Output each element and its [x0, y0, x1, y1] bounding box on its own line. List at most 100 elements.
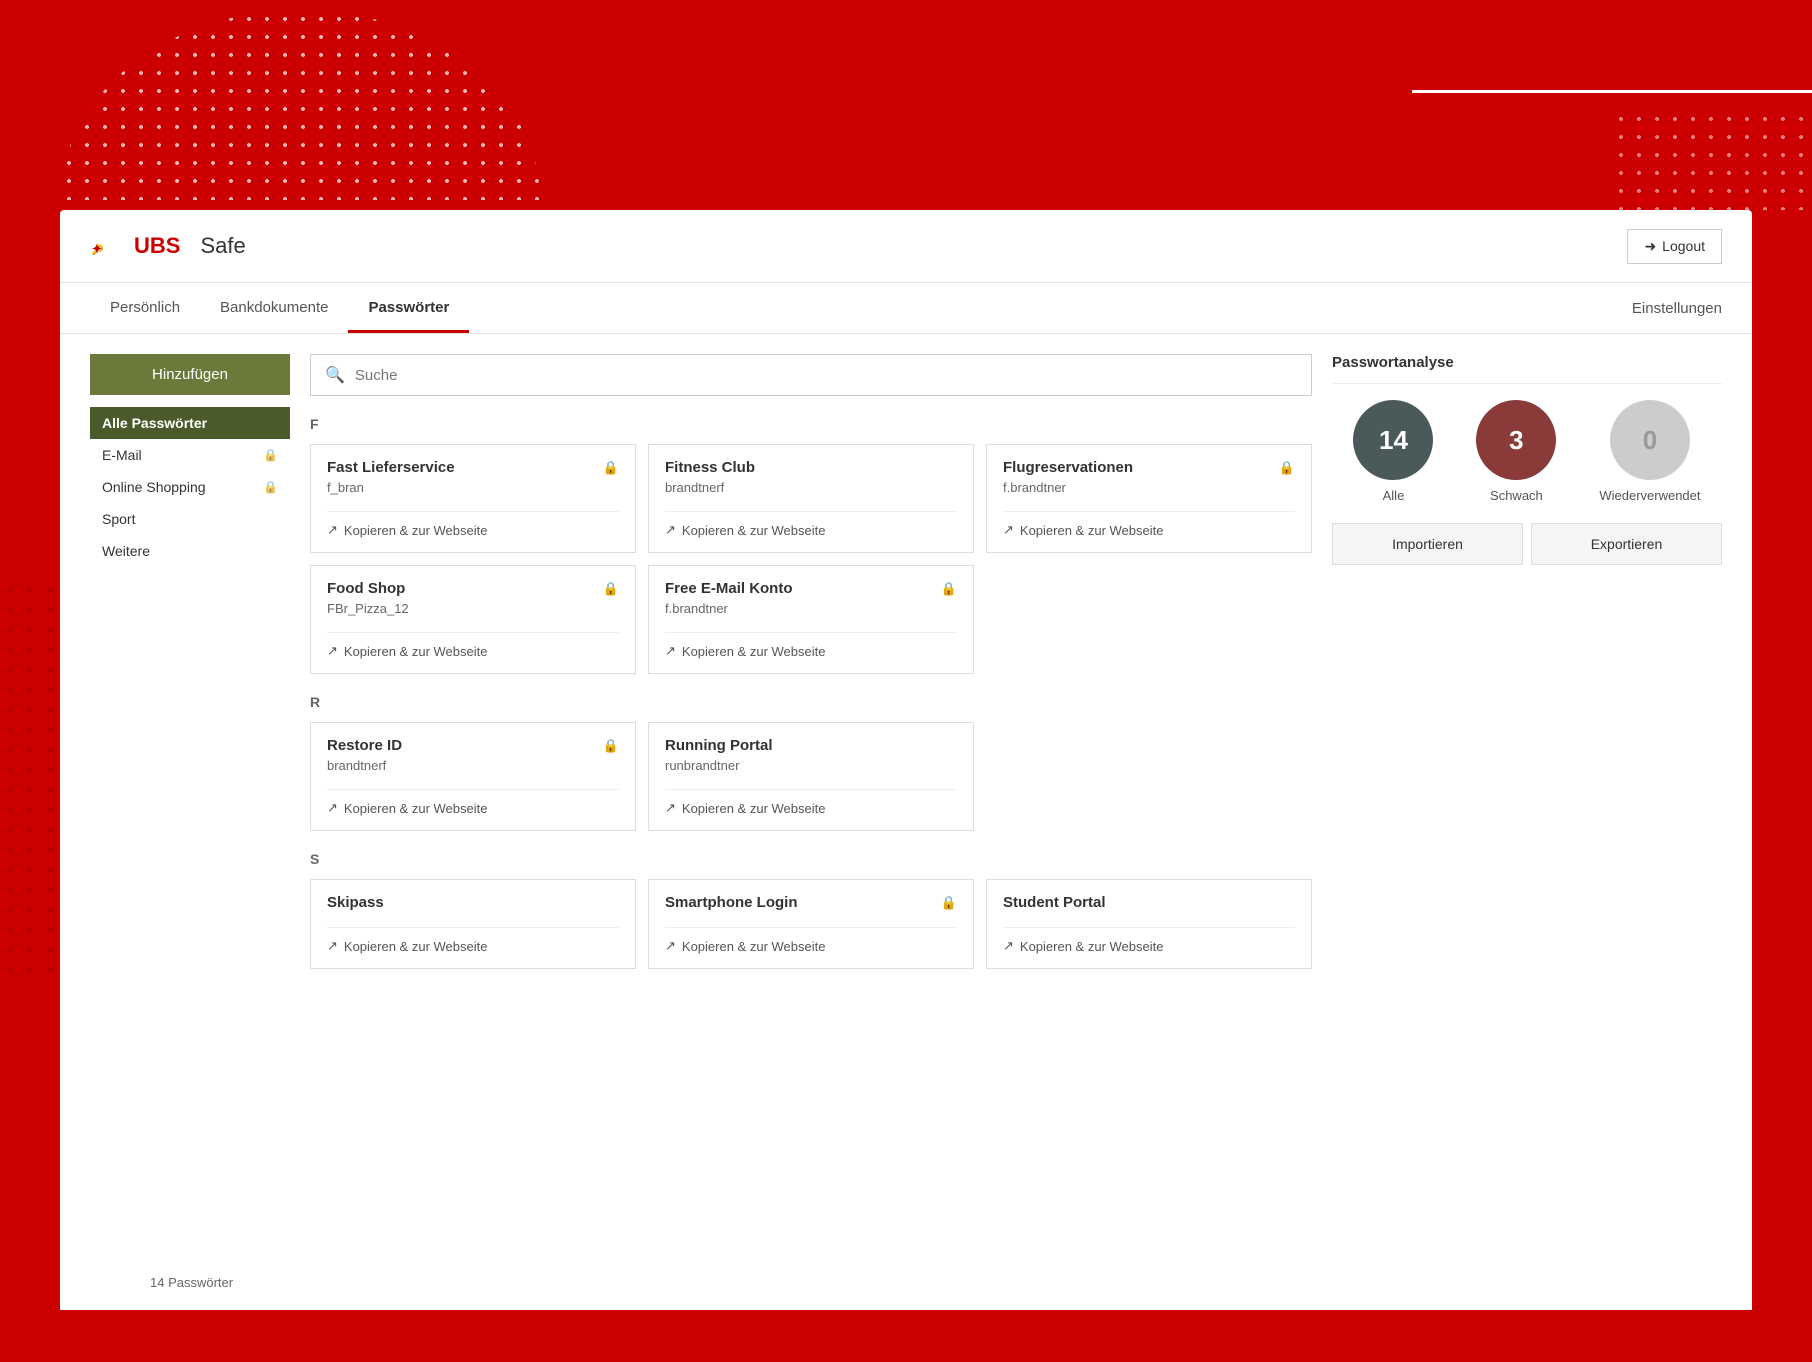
card-fast-lieferservice-action[interactable]: ↗ Kopieren & zur Webseite: [327, 511, 619, 538]
card-free-email-header: Free E-Mail Konto 🔒: [665, 580, 957, 597]
tab-bankdokumente[interactable]: Bankdokumente: [200, 283, 348, 333]
circle-all-count: 14: [1379, 425, 1408, 456]
card-restore-id[interactable]: Restore ID 🔒 brandtnerf ↗ Kopieren & zur…: [310, 722, 636, 831]
section-r-letter: R: [310, 694, 1312, 710]
main-content: 🔍 F Fast Lieferservice 🔒 f_bran ↗ Kopier…: [310, 354, 1312, 989]
card-flugreservationen-username: f.brandtner: [1003, 480, 1295, 495]
card-fast-lieferservice-username: f_bran: [327, 480, 619, 495]
card-restore-id-header: Restore ID 🔒: [327, 737, 619, 754]
copy-icon-1: ↗: [327, 522, 338, 538]
copy-icon-10: ↗: [1003, 938, 1014, 954]
copy-icon-6: ↗: [327, 800, 338, 816]
circle-all-item: 14 Alle: [1353, 400, 1433, 503]
sidebar-item-online-shopping-label: Online Shopping: [102, 479, 206, 495]
card-restore-id-lock: 🔒: [603, 738, 619, 754]
card-student-portal-action[interactable]: ↗ Kopieren & zur Webseite: [1003, 927, 1295, 954]
passwords-count: 14 Passwörter: [150, 1275, 233, 1290]
card-food-shop-username: FBr_Pizza_12: [327, 601, 619, 616]
header: 🔑 ✦ UBS Safe ➜ Logout: [60, 210, 1752, 283]
card-running-portal-username: runbrandtner: [665, 758, 957, 773]
card-student-portal-title: Student Portal: [1003, 894, 1106, 911]
card-flugreservationen-lock: 🔒: [1279, 460, 1295, 476]
logout-button[interactable]: ➜ Logout: [1627, 229, 1722, 264]
sidebar-item-sport[interactable]: Sport: [90, 503, 290, 535]
card-restore-id-action[interactable]: ↗ Kopieren & zur Webseite: [327, 789, 619, 816]
analysis-circles: 14 Alle 3 Schwach 0 Wiederverwendet: [1332, 400, 1722, 503]
card-running-portal-action[interactable]: ↗ Kopieren & zur Webseite: [665, 789, 957, 816]
logout-icon: ➜: [1644, 238, 1656, 255]
copy-icon-2: ↗: [665, 522, 676, 538]
card-running-portal[interactable]: Running Portal runbrandtner ↗ Kopieren &…: [648, 722, 974, 831]
card-fitness-club[interactable]: Fitness Club brandtnerf ↗ Kopieren & zur…: [648, 444, 974, 553]
card-fitness-club-username: brandtnerf: [665, 480, 957, 495]
circle-reused[interactable]: 0: [1610, 400, 1690, 480]
top-banner: [0, 0, 1812, 210]
card-free-email[interactable]: Free E-Mail Konto 🔒 f.brandtner ↗ Kopier…: [648, 565, 974, 674]
dots-pattern: [60, 10, 540, 200]
circle-weak[interactable]: 3: [1476, 400, 1556, 480]
card-skipass-action[interactable]: ↗ Kopieren & zur Webseite: [327, 927, 619, 954]
circle-reused-label: Wiederverwendet: [1599, 488, 1700, 503]
search-icon: 🔍: [325, 365, 345, 385]
tab-persoenlich[interactable]: Persönlich: [90, 283, 200, 333]
card-smartphone-login-action[interactable]: ↗ Kopieren & zur Webseite: [665, 927, 957, 954]
card-food-shop-lock: 🔒: [603, 581, 619, 597]
import-button[interactable]: Importieren: [1332, 523, 1523, 565]
card-free-email-lock: 🔒: [941, 581, 957, 597]
card-fitness-club-header: Fitness Club: [665, 459, 957, 476]
top-right-line: [1412, 90, 1812, 93]
logout-label: Logout: [1662, 238, 1705, 254]
sidebar-item-weitere[interactable]: Weitere: [90, 535, 290, 567]
copy-icon-4: ↗: [327, 643, 338, 659]
card-restore-id-username: brandtnerf: [327, 758, 619, 773]
tab-passwoerter[interactable]: Passwörter: [348, 283, 469, 333]
card-free-email-action[interactable]: ↗ Kopieren & zur Webseite: [665, 632, 957, 659]
card-running-portal-header: Running Portal: [665, 737, 957, 754]
card-student-portal[interactable]: Student Portal ↗ Kopieren & zur Webseite: [986, 879, 1312, 969]
sidebar-item-online-shopping[interactable]: Online Shopping 🔒: [90, 471, 290, 503]
card-flugreservationen-header: Flugreservationen 🔒: [1003, 459, 1295, 476]
circle-all-label: Alle: [1383, 488, 1405, 503]
card-student-portal-header: Student Portal: [1003, 894, 1295, 911]
search-bar: 🔍: [310, 354, 1312, 396]
ubs-logo-icon: 🔑 ✦: [90, 228, 126, 264]
email-lock-icon: 🔒: [263, 448, 278, 462]
sidebar-item-alle[interactable]: Alle Passwörter: [90, 407, 290, 439]
card-smartphone-login-title: Smartphone Login: [665, 894, 798, 911]
circle-reused-count: 0: [1643, 425, 1657, 456]
copy-icon-7: ↗: [665, 800, 676, 816]
card-food-shop-action[interactable]: ↗ Kopieren & zur Webseite: [327, 632, 619, 659]
card-food-shop[interactable]: Food Shop 🔒 FBr_Pizza_12 ↗ Kopieren & zu…: [310, 565, 636, 674]
card-skipass[interactable]: Skipass ↗ Kopieren & zur Webseite: [310, 879, 636, 969]
add-button[interactable]: Hinzufügen: [90, 354, 290, 395]
card-smartphone-login-lock: 🔒: [941, 895, 957, 911]
sidebar-item-sport-label: Sport: [102, 511, 135, 527]
circle-reused-item: 0 Wiederverwendet: [1599, 400, 1700, 503]
nav-tabs: Persönlich Bankdokumente Passwörter Eins…: [60, 283, 1752, 334]
card-fitness-club-title: Fitness Club: [665, 459, 755, 476]
page-title: Safe: [200, 233, 245, 259]
circle-all[interactable]: 14: [1353, 400, 1433, 480]
card-fast-lieferservice-header: Fast Lieferservice 🔒: [327, 459, 619, 476]
card-flugreservationen[interactable]: Flugreservationen 🔒 f.brandtner ↗ Kopier…: [986, 444, 1312, 553]
copy-icon-9: ↗: [665, 938, 676, 954]
card-fast-lieferservice[interactable]: Fast Lieferservice 🔒 f_bran ↗ Kopieren &…: [310, 444, 636, 553]
card-fitness-club-action[interactable]: ↗ Kopieren & zur Webseite: [665, 511, 957, 538]
sidebar-item-email[interactable]: E-Mail 🔒: [90, 439, 290, 471]
copy-icon-5: ↗: [665, 643, 676, 659]
sidebar-item-email-label: E-Mail: [102, 447, 142, 463]
card-free-email-username: f.brandtner: [665, 601, 957, 616]
online-shopping-lock-icon: 🔒: [263, 480, 278, 494]
section-s-cards: Skipass ↗ Kopieren & zur Webseite Smartp…: [310, 879, 1312, 969]
svg-text:✦: ✦: [92, 242, 103, 256]
card-smartphone-login[interactable]: Smartphone Login 🔒 ↗ Kopieren & zur Webs…: [648, 879, 974, 969]
card-flugreservationen-title: Flugreservationen: [1003, 459, 1133, 476]
settings-link[interactable]: Einstellungen: [1632, 284, 1722, 333]
card-skipass-header: Skipass: [327, 894, 619, 911]
content-layout: Hinzufügen Alle Passwörter E-Mail 🔒 Onli…: [60, 334, 1752, 1009]
card-flugreservationen-action[interactable]: ↗ Kopieren & zur Webseite: [1003, 511, 1295, 538]
card-food-shop-header: Food Shop 🔒: [327, 580, 619, 597]
export-button[interactable]: Exportieren: [1531, 523, 1722, 565]
sidebar-item-weitere-label: Weitere: [102, 543, 150, 559]
search-input[interactable]: [355, 367, 1297, 384]
